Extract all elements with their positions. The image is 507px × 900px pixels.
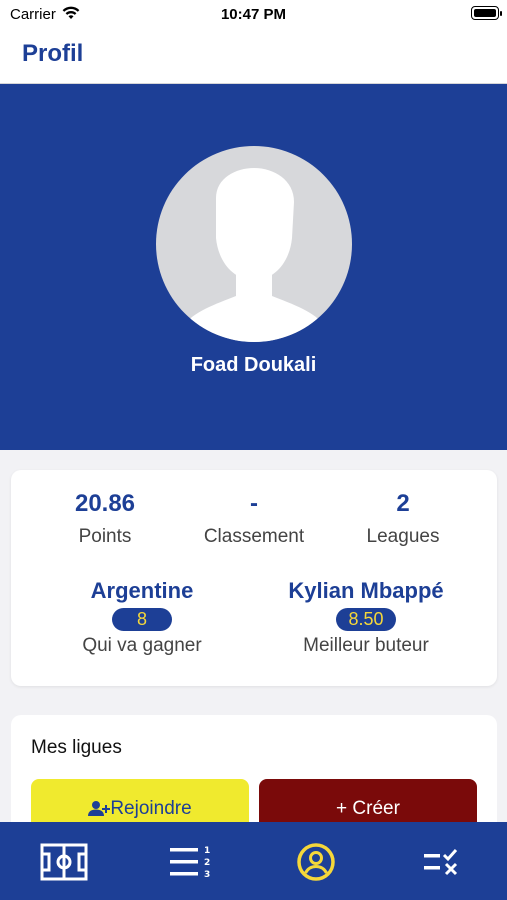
status-bar: Carrier 10:47 PM <box>0 0 507 28</box>
top-scorer-name: Kylian Mbappé <box>288 578 444 603</box>
field-icon <box>40 843 88 881</box>
svg-text:1: 1 <box>204 846 210 856</box>
tab-predictions[interactable] <box>418 842 466 882</box>
predictions-icon <box>424 849 458 876</box>
top-scorer-prediction[interactable]: Kylian Mbappé 8.50 Meilleur buteur <box>251 578 481 657</box>
clock: 10:47 PM <box>220 6 287 23</box>
top-scorer-label: Meilleur buteur <box>303 635 429 656</box>
svg-text:3: 3 <box>204 870 210 880</box>
join-button-label: Rejoindre <box>110 798 192 819</box>
points-label: Points <box>78 526 132 547</box>
battery-icon <box>471 6 502 20</box>
top-scorer-score-badge: 8.50 <box>336 608 396 631</box>
avatar[interactable] <box>156 146 352 342</box>
points-value: 20.86 <box>74 490 136 517</box>
person-silhouette-icon <box>174 168 334 342</box>
tab-field[interactable] <box>40 842 88 882</box>
add-user-icon <box>88 801 111 816</box>
ranking-list-icon: 1 2 3 <box>170 846 210 880</box>
tab-bar: 1 2 3 <box>0 822 507 900</box>
tab-profile[interactable] <box>292 842 340 882</box>
profile-icon <box>297 843 335 881</box>
winner-score-badge: 8 <box>112 608 172 631</box>
leagues-stat: 2 Leagues <box>323 490 483 548</box>
leagues-title: Mes ligues <box>31 737 122 758</box>
ranking-label: Classement <box>203 526 305 547</box>
ranking-stat: - Classement <box>174 490 334 548</box>
stats-card: 20.86 Points - Classement 2 Leagues Arge… <box>11 470 497 686</box>
winner-name: Argentine <box>90 578 194 603</box>
leagues-label: Leagues <box>366 526 440 547</box>
svg-text:2: 2 <box>204 858 210 868</box>
tab-ranking[interactable]: 1 2 3 <box>166 842 214 882</box>
leagues-value: 2 <box>396 490 410 517</box>
profile-name: Foad Doukali <box>190 354 317 376</box>
points-stat: 20.86 Points <box>25 490 185 548</box>
create-button-label: + Créer <box>336 798 400 819</box>
page-title: Profil <box>22 40 84 67</box>
winner-label: Qui va gagner <box>82 635 202 656</box>
navigation-bar: Profil <box>0 28 507 84</box>
winner-prediction[interactable]: Argentine 8 Qui va gagner <box>27 578 257 657</box>
ranking-value: - <box>250 490 258 517</box>
profile-header: Foad Doukali <box>0 84 507 450</box>
